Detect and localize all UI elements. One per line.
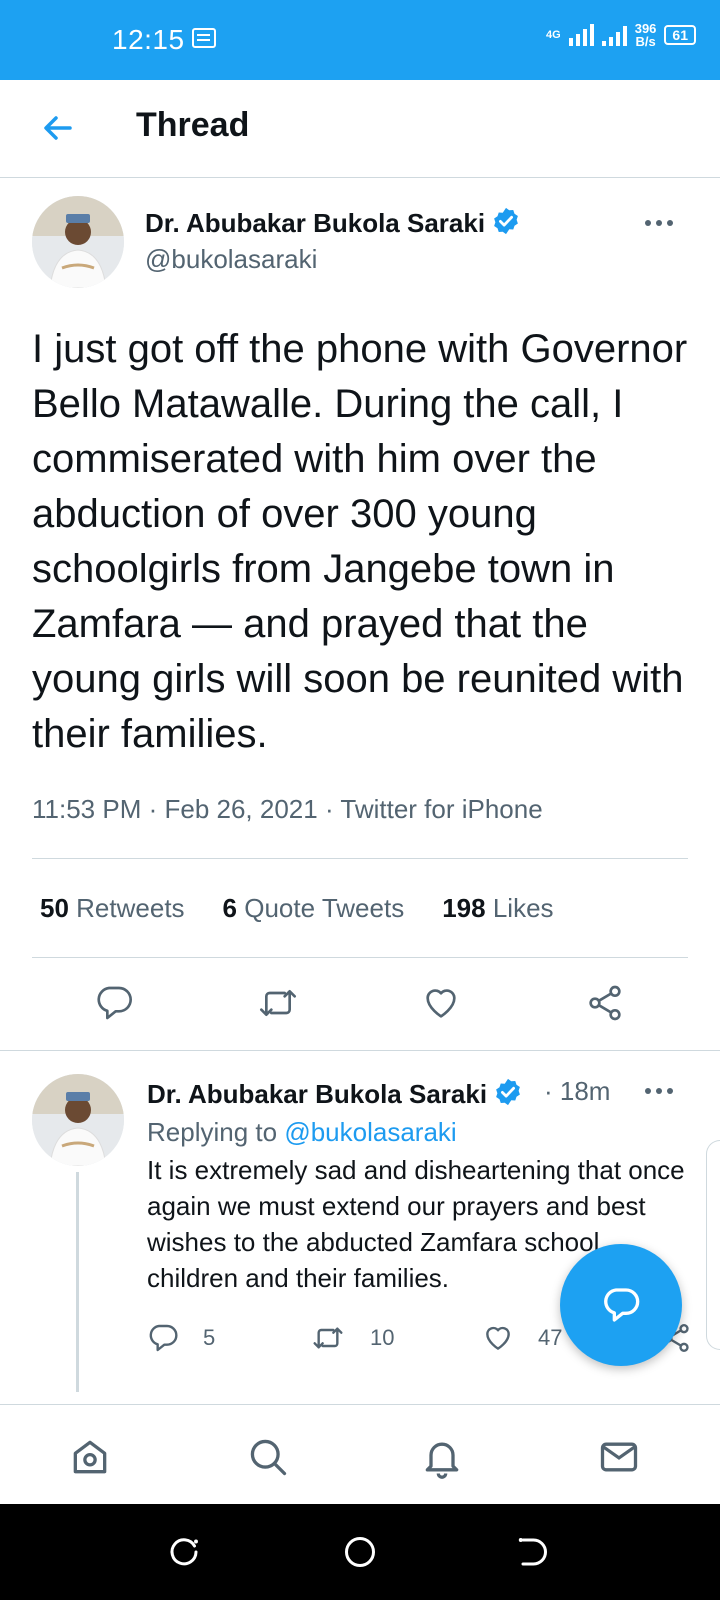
system-navigation-bar	[0, 1504, 720, 1600]
home-icon[interactable]	[68, 1435, 112, 1479]
author-name[interactable]: Dr. Abubakar Bukola Saraki	[145, 206, 521, 239]
messages-envelope-icon[interactable]	[597, 1435, 641, 1479]
tweet-actions	[0, 983, 720, 1023]
status-indicators: 4G 396 B/s 61	[546, 22, 696, 48]
side-panel-handle[interactable]	[706, 1140, 720, 1350]
author-handle[interactable]: @bukolasaraki	[145, 244, 317, 275]
compose-reply-button[interactable]	[560, 1244, 682, 1366]
battery-icon: 61	[664, 25, 696, 45]
tweet-source[interactable]: Twitter for iPhone	[340, 794, 542, 824]
like-count: 47	[538, 1325, 563, 1350]
status-bar: 12:15 4G 396 B/s 61	[0, 0, 720, 80]
likes-stat[interactable]: 198 Likes	[442, 893, 553, 924]
network-speed: 396 B/s	[634, 21, 657, 49]
back-button-icon[interactable]	[514, 1534, 550, 1570]
reply-author-name[interactable]: Dr. Abubakar Bukola Saraki	[147, 1077, 523, 1110]
reply-avatar[interactable]	[32, 1074, 124, 1166]
retweets-stat[interactable]: 50 Retweets	[40, 893, 185, 924]
tweet-time[interactable]: 11:53 PM	[32, 794, 141, 824]
reply-icon[interactable]	[147, 1322, 179, 1354]
thread-line	[76, 1172, 79, 1392]
reply-icon[interactable]	[94, 983, 134, 1023]
verified-badge-icon	[496, 1078, 520, 1106]
divider	[32, 858, 688, 859]
tweet-text: I just got off the phone with Governor B…	[32, 327, 688, 756]
tweet-stats: 50 Retweets 6 Quote Tweets 198 Likes	[40, 893, 554, 924]
retweet-icon[interactable]	[312, 1322, 344, 1354]
page-title: Thread	[136, 106, 250, 144]
signal-icon	[568, 24, 594, 46]
bottom-navigation	[0, 1404, 720, 1504]
share-icon[interactable]	[585, 983, 625, 1023]
back-arrow-icon[interactable]	[40, 110, 76, 146]
quote-tweets-stat[interactable]: 6 Quote Tweets	[223, 893, 405, 924]
reply-timestamp[interactable]: · 18m	[544, 1076, 610, 1107]
avatar-image	[32, 1074, 124, 1166]
more-options-icon[interactable]	[643, 218, 675, 228]
divider	[32, 957, 688, 958]
verified-badge-icon	[494, 207, 518, 235]
avatar-image	[32, 196, 124, 288]
replying-to: Replying to @bukolasaraki	[147, 1117, 457, 1147]
message-notification-icon	[192, 28, 216, 48]
retweet-count: 10	[370, 1325, 395, 1350]
like-heart-icon[interactable]	[421, 983, 461, 1023]
search-icon[interactable]	[246, 1435, 290, 1479]
notifications-bell-icon[interactable]	[420, 1435, 464, 1479]
replying-to-handle[interactable]: @bukolasaraki	[284, 1117, 456, 1147]
tweet-date[interactable]: Feb 26, 2021	[164, 794, 317, 824]
divider	[0, 1050, 720, 1051]
avatar[interactable]	[32, 196, 124, 288]
network-type: 4G	[546, 28, 561, 41]
recent-apps-icon[interactable]	[166, 1534, 202, 1570]
reply-bubble-icon	[604, 1288, 640, 1322]
more-options-icon[interactable]	[643, 1086, 675, 1096]
signal-icon-2	[601, 24, 627, 46]
tweet-metadata: 11:53 PM · Feb 26, 2021 · Twitter for iP…	[32, 794, 543, 824]
status-time: 12:15	[112, 24, 185, 55]
reply-count: 5	[203, 1325, 216, 1350]
retweet-icon[interactable]	[258, 983, 298, 1023]
like-heart-icon[interactable]	[482, 1322, 514, 1354]
app-header: Thread	[0, 80, 720, 178]
home-button-icon[interactable]	[342, 1534, 378, 1570]
